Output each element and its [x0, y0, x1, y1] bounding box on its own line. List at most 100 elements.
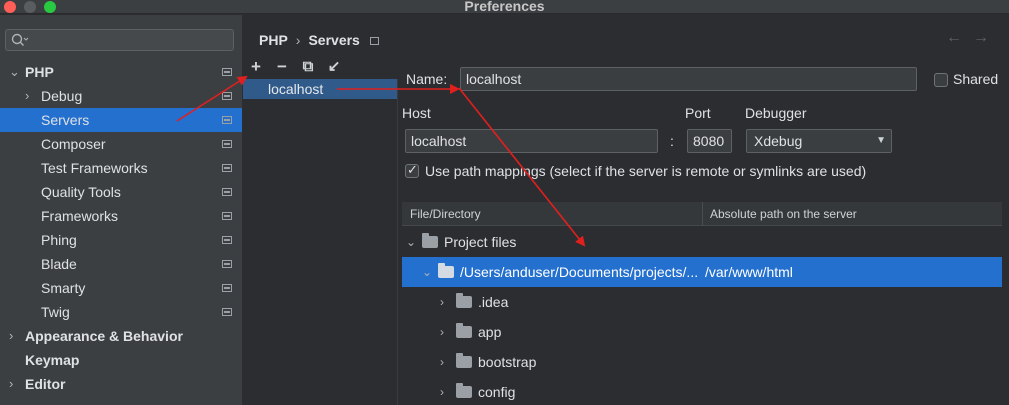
- debugger-select-value: Xdebug: [754, 133, 803, 149]
- project-level-icon: [222, 212, 232, 220]
- sidebar-item-composer[interactable]: Composer: [0, 132, 242, 156]
- mapping-row-project-files[interactable]: ⌄ Project files: [402, 227, 1002, 257]
- project-level-icon: [222, 68, 232, 76]
- mapping-row-bootstrap[interactable]: › bootstrap: [402, 347, 1002, 377]
- mapping-local-path: .idea: [478, 294, 509, 310]
- sidebar-item-php[interactable]: ⌄ PHP: [0, 60, 242, 84]
- column-header-file-directory[interactable]: File/Directory: [410, 207, 481, 221]
- chevron-down-icon[interactable]: ⌄: [406, 227, 416, 257]
- shared-checkbox[interactable]: [934, 73, 948, 87]
- folder-icon: [456, 323, 472, 338]
- chevron-right-icon[interactable]: ›: [440, 317, 444, 347]
- mapping-row-users-anduser-documents-projects[interactable]: ⌄ /Users/anduser/Documents/projects/... /v…: [402, 257, 1002, 287]
- project-level-icon: [222, 164, 232, 172]
- sidebar-item-label: Debug: [41, 88, 83, 104]
- column-divider[interactable]: [702, 202, 703, 226]
- host-field[interactable]: [405, 129, 658, 153]
- server-item-label: localhost: [268, 81, 324, 97]
- sidebar-item-label: Editor: [25, 376, 66, 392]
- name-field[interactable]: [460, 67, 917, 91]
- sidebar-item-label: Composer: [41, 136, 106, 152]
- folder-icon: [456, 383, 472, 398]
- sidebar-item-phing[interactable]: Phing: [0, 228, 242, 252]
- sidebar-item-frameworks[interactable]: Frameworks: [0, 204, 242, 228]
- window-title: Preferences: [464, 0, 545, 14]
- breadcrumb-separator: ›: [295, 32, 301, 48]
- path-mappings-table: File/Directory Absolute path on the serv…: [402, 202, 1002, 405]
- chevron-down-icon[interactable]: ⌄: [422, 257, 432, 287]
- mapping-local-path: /Users/anduser/Documents/projects/...: [460, 264, 699, 280]
- sidebar-item-label: Smarty: [41, 280, 86, 296]
- window-titlebar: Preferences: [0, 0, 1009, 14]
- add-server-button[interactable]: +: [246, 57, 266, 77]
- chevron-right-icon[interactable]: ›: [440, 287, 444, 317]
- mapping-row-idea[interactable]: › .idea: [402, 287, 1002, 317]
- sidebar-item-servers[interactable]: Servers: [0, 108, 242, 132]
- sidebar-item-label: Twig: [41, 304, 70, 320]
- sidebar-item-keymap[interactable]: Keymap: [0, 348, 242, 372]
- remove-server-button[interactable]: −: [272, 57, 292, 77]
- sidebar-item-label: Test Frameworks: [41, 160, 148, 176]
- name-label: Name:: [406, 71, 448, 87]
- servers-toolbar: + − ⧉ ↙: [243, 55, 398, 81]
- sidebar-item-blade[interactable]: Blade: [0, 252, 242, 276]
- port-field[interactable]: [687, 129, 732, 153]
- project-level-icon: [222, 140, 232, 148]
- project-level-icon: [222, 284, 232, 292]
- debugger-select[interactable]: Xdebug ▼: [746, 129, 892, 153]
- sidebar-item-label: PHP: [25, 64, 54, 80]
- mapping-local-path: bootstrap: [478, 354, 537, 370]
- sidebar-item-quality-tools[interactable]: Quality Tools: [0, 180, 242, 204]
- mapping-row-config[interactable]: › config: [402, 377, 1002, 405]
- sidebar-item-appearance-behavior[interactable]: › Appearance & Behavior: [0, 324, 242, 348]
- project-level-icon: [222, 116, 232, 124]
- chevron-right-icon[interactable]: ›: [9, 324, 21, 348]
- breadcrumb-parent[interactable]: PHP: [259, 32, 288, 48]
- chevron-right-icon[interactable]: ›: [440, 347, 444, 377]
- breadcrumb: PHP › Servers: [259, 32, 379, 48]
- sidebar-item-label: Quality Tools: [41, 184, 121, 200]
- sidebar-item-smarty[interactable]: Smarty: [0, 276, 242, 300]
- servers-settings-panel: PHP › Servers ← → + − ⧉ ↙ localhost Name: …: [243, 15, 1009, 405]
- mapping-row-app[interactable]: › app: [402, 317, 1002, 347]
- chevron-down-icon[interactable]: ⌄: [9, 60, 21, 84]
- chevron-down-icon: ▼: [876, 135, 886, 146]
- sidebar-item-twig[interactable]: Twig: [0, 300, 242, 324]
- shared-label: Shared: [953, 71, 999, 87]
- chevron-right-icon[interactable]: ›: [440, 377, 444, 405]
- sidebar-item-editor[interactable]: › Editor: [0, 372, 242, 396]
- chevron-right-icon[interactable]: ›: [9, 372, 21, 396]
- mapping-local-path: app: [478, 324, 502, 340]
- project-level-icon: [222, 92, 232, 100]
- project-level-icon: [369, 37, 379, 46]
- chevron-right-icon[interactable]: ›: [25, 84, 37, 108]
- settings-search-input[interactable]: [34, 32, 229, 48]
- sidebar-item-label: Phing: [41, 232, 77, 248]
- project-level-icon: [222, 260, 232, 268]
- copy-server-button[interactable]: ⧉: [298, 57, 318, 77]
- port-label: Port: [685, 105, 711, 121]
- column-header-absolute-path[interactable]: Absolute path on the server: [710, 207, 857, 221]
- settings-search-box[interactable]: [5, 29, 234, 51]
- folder-icon: [456, 293, 472, 308]
- sidebar-item-label: Keymap: [25, 352, 80, 368]
- import-server-button[interactable]: ↙: [324, 57, 344, 77]
- server-item-localhost[interactable]: localhost: [243, 79, 397, 99]
- sidebar-item-label: Servers: [41, 112, 90, 128]
- project-level-icon: [222, 188, 232, 196]
- sidebar-item-label: Blade: [41, 256, 77, 272]
- back-arrow-icon[interactable]: ←: [946, 29, 962, 47]
- server-config-form: Name: Shared Host Port Debugger : Xdebug…: [398, 55, 1009, 405]
- use-path-mappings-checkbox[interactable]: [405, 162, 419, 178]
- sidebar-item-test-frameworks[interactable]: Test Frameworks: [0, 156, 242, 180]
- breadcrumb-current: Servers: [308, 32, 360, 48]
- mapping-server-path[interactable]: /var/www/html: [705, 257, 793, 287]
- sidebar-item-debug[interactable]: › Debug: [0, 84, 242, 108]
- project-level-icon: [222, 236, 232, 244]
- forward-arrow-icon[interactable]: →: [973, 29, 989, 47]
- sidebar-item-label: Appearance & Behavior: [25, 328, 183, 344]
- folder-icon: [438, 263, 454, 278]
- port-separator: :: [670, 133, 674, 149]
- mapping-local-path: Project files: [444, 234, 517, 250]
- folder-icon: [422, 233, 438, 248]
